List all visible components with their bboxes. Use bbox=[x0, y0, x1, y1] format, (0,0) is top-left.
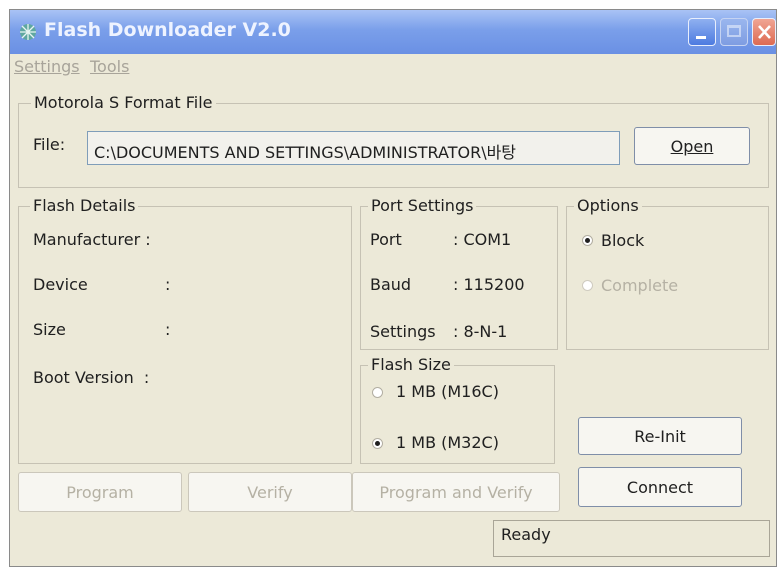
menu-settings-label: Settings bbox=[14, 57, 80, 76]
window-title: Flash Downloader V2.0 bbox=[44, 19, 291, 41]
radio-unselected-icon bbox=[372, 387, 383, 398]
connect-button[interactable]: Connect bbox=[578, 467, 742, 507]
flash-size-m16c-label: 1 MB (M16C) bbox=[396, 382, 499, 401]
menu-settings[interactable]: Settings bbox=[14, 57, 80, 76]
options-legend: Options bbox=[574, 196, 642, 215]
option-block-radio[interactable]: Block bbox=[581, 231, 721, 253]
device-label: Device bbox=[33, 275, 88, 294]
connect-button-label: Connect bbox=[626, 477, 694, 497]
status-text: Ready bbox=[501, 525, 551, 544]
menu-tools[interactable]: Tools bbox=[90, 57, 129, 76]
size-label: Size bbox=[33, 320, 66, 339]
status-bar: Ready bbox=[493, 520, 770, 557]
file-path-field[interactable]: C:\DOCUMENTS AND SETTINGS\ADMINISTRATOR\… bbox=[87, 131, 620, 165]
option-block-label: Block bbox=[601, 231, 645, 250]
program-button-label: Program bbox=[66, 482, 134, 502]
flash-size-m32c-radio[interactable]: 1 MB (M32C) bbox=[372, 433, 542, 455]
maximize-icon bbox=[727, 25, 741, 37]
radio-unselected-icon bbox=[582, 280, 593, 291]
port-settings-legend: Port Settings bbox=[368, 196, 477, 215]
radio-selected-icon bbox=[372, 438, 383, 449]
flash-size-m32c-label: 1 MB (M32C) bbox=[396, 433, 499, 452]
menu-bar: Settings Tools bbox=[10, 55, 776, 81]
radio-selected-icon bbox=[582, 235, 593, 246]
reinit-button-label: Re-Init bbox=[634, 426, 686, 446]
baud-value: : 115200 bbox=[453, 275, 525, 294]
program-and-verify-button[interactable]: Program and Verify bbox=[352, 472, 560, 512]
close-button[interactable] bbox=[752, 18, 776, 46]
program-and-verify-button-label: Program and Verify bbox=[379, 482, 533, 502]
boot-version-label: Boot Version : bbox=[33, 368, 150, 387]
settings-label: Settings bbox=[370, 322, 436, 341]
title-bar[interactable]: Flash Downloader V2.0 bbox=[10, 10, 776, 54]
port-label: Port bbox=[370, 230, 402, 249]
settings-value: : 8-N-1 bbox=[453, 322, 508, 341]
menu-tools-label: Tools bbox=[90, 57, 130, 76]
file-label: File: bbox=[33, 135, 66, 154]
file-path-text: C:\DOCUMENTS AND SETTINGS\ADMINISTRATOR\… bbox=[94, 143, 517, 162]
manufacturer-label: Manufacturer : bbox=[33, 230, 151, 249]
flash-details-legend: Flash Details bbox=[30, 196, 139, 215]
baud-label: Baud bbox=[370, 275, 412, 294]
verify-button[interactable]: Verify bbox=[188, 472, 352, 512]
reinit-button[interactable]: Re-Init bbox=[578, 417, 742, 455]
size-colon: : bbox=[165, 320, 171, 339]
flash-size-m16c-radio[interactable]: 1 MB (M16C) bbox=[372, 382, 542, 404]
device-colon: : bbox=[165, 275, 171, 294]
minimize-button[interactable] bbox=[688, 18, 716, 46]
verify-button-label: Verify bbox=[247, 482, 293, 502]
program-button[interactable]: Program bbox=[18, 472, 182, 512]
maximize-button[interactable] bbox=[720, 18, 748, 46]
flash-size-legend: Flash Size bbox=[368, 355, 454, 374]
open-button-label: Open bbox=[670, 136, 714, 156]
file-group-legend: Motorola S Format File bbox=[31, 93, 216, 112]
open-button[interactable]: Open bbox=[634, 127, 750, 165]
close-icon bbox=[758, 25, 771, 39]
option-complete-label: Complete bbox=[601, 276, 679, 295]
option-complete-radio[interactable]: Complete bbox=[581, 276, 721, 298]
port-value: : COM1 bbox=[453, 230, 512, 249]
app-window: Flash Downloader V2.0 Settings Tools Mot… bbox=[9, 9, 777, 567]
app-icon bbox=[20, 24, 36, 40]
minimize-icon bbox=[696, 36, 706, 39]
